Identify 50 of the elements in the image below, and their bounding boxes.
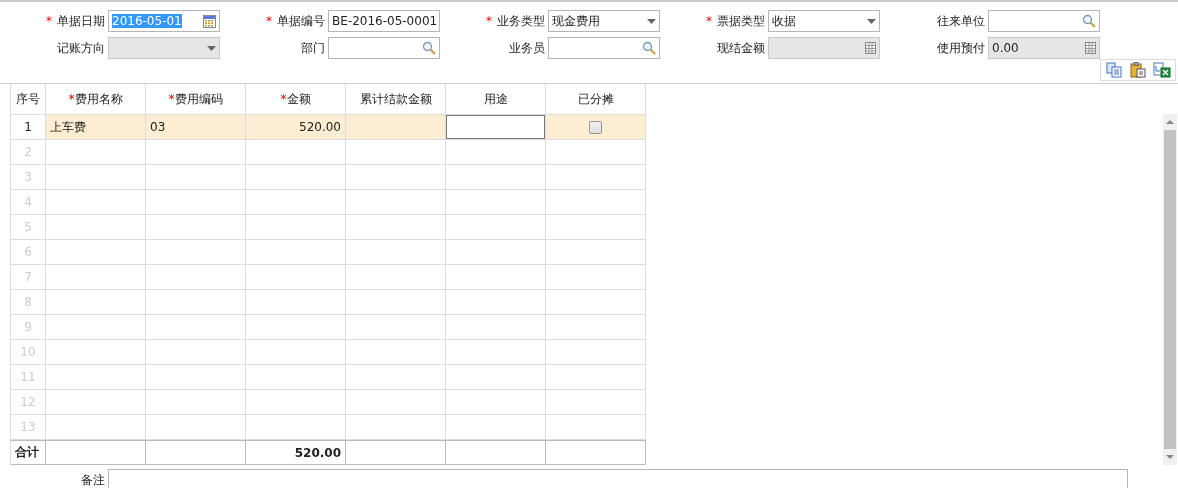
column-header: 已分摊 bbox=[577, 90, 614, 108]
excel-export-button[interactable] bbox=[1153, 62, 1171, 78]
field-label: 现结金额 bbox=[716, 39, 765, 57]
field-label: 业务员 bbox=[508, 39, 545, 57]
checkbox[interactable] bbox=[589, 120, 602, 134]
paste-button[interactable] bbox=[1129, 62, 1147, 78]
field-label: 备注 bbox=[80, 471, 105, 488]
column-header: 费用名称 bbox=[74, 90, 123, 108]
table-cell: 03 bbox=[146, 115, 246, 140]
input-field[interactable] bbox=[328, 37, 440, 59]
required-mark: * bbox=[68, 92, 75, 106]
required-mark: * bbox=[486, 14, 492, 28]
input-field[interactable] bbox=[988, 10, 1100, 32]
column-header: 用途 bbox=[483, 90, 508, 108]
field-label: 业务类型 bbox=[497, 12, 545, 30]
caret-icon[interactable] bbox=[867, 18, 876, 24]
required-mark: * bbox=[266, 14, 272, 28]
remark-field[interactable] bbox=[108, 469, 1128, 488]
field-label: 单据编号 bbox=[277, 12, 325, 30]
copy-button[interactable] bbox=[1105, 62, 1123, 78]
row-number: 1 bbox=[11, 115, 46, 140]
field-label: 往来单位 bbox=[936, 12, 985, 30]
dropdown-field[interactable]: 现金费用 bbox=[548, 10, 660, 32]
scrollbar[interactable] bbox=[1163, 114, 1177, 465]
calendar-icon[interactable] bbox=[203, 14, 216, 28]
table-cell: 上车费 bbox=[46, 115, 146, 140]
field-label: 票据类型 bbox=[717, 12, 765, 30]
total-label: 合计 bbox=[11, 440, 46, 465]
search-icon[interactable] bbox=[642, 41, 656, 55]
table-cell: 520.00 bbox=[246, 115, 346, 140]
column-header: 费用编码 bbox=[174, 90, 223, 108]
column-header: 金额 bbox=[286, 90, 311, 108]
field-label: 使用预付 bbox=[936, 39, 985, 57]
required-mark: * bbox=[280, 92, 287, 106]
search-icon[interactable] bbox=[422, 41, 436, 55]
total-amount: 520.00 bbox=[246, 440, 346, 465]
required-mark: * bbox=[46, 14, 52, 28]
column-header: 累计结款金额 bbox=[359, 90, 432, 108]
caret-icon[interactable] bbox=[647, 18, 656, 24]
input-field[interactable]: BE-2016-05-0001 bbox=[328, 10, 440, 32]
search-icon[interactable] bbox=[1082, 14, 1096, 28]
required-mark: * bbox=[168, 92, 175, 106]
required-mark: * bbox=[706, 14, 712, 28]
input-field[interactable] bbox=[548, 37, 660, 59]
input-field[interactable] bbox=[446, 115, 545, 139]
column-header: 序号 bbox=[16, 90, 40, 108]
dropdown-field[interactable]: 收据 bbox=[768, 10, 880, 32]
field-label: 单据日期 bbox=[57, 12, 105, 30]
field-label: 记账方向 bbox=[56, 39, 105, 57]
field-label: 部门 bbox=[300, 39, 325, 57]
